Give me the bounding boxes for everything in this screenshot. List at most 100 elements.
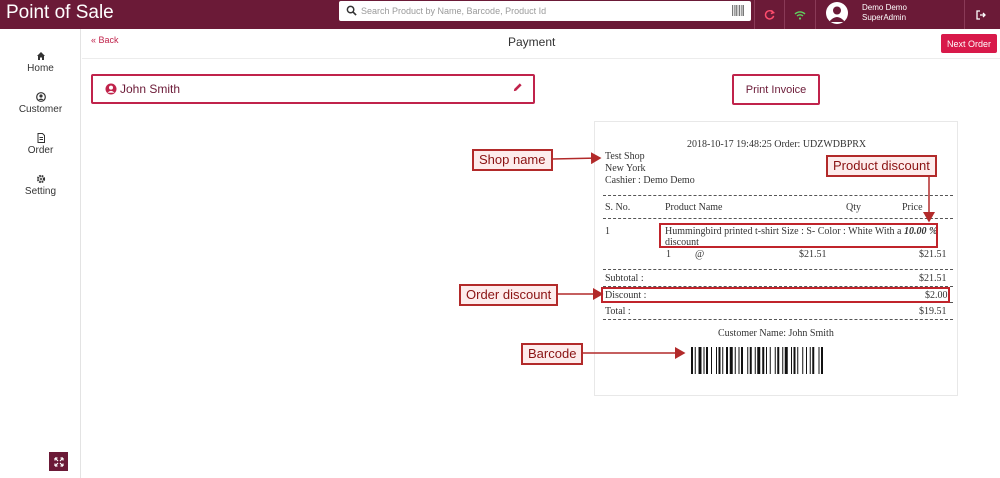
- barcode-bar: [791, 347, 792, 374]
- dashed-divider: [603, 195, 953, 196]
- double-chevron-left-icon: «: [91, 35, 97, 45]
- barcode-bar: [716, 347, 717, 374]
- customer-selector[interactable]: John Smith: [91, 74, 535, 104]
- sidebar-item-label: Order: [27, 145, 54, 156]
- barcode-bar: [747, 347, 749, 374]
- col-price: Price: [902, 202, 923, 213]
- sidebar-item-setting[interactable]: Setting: [0, 174, 81, 197]
- logout-icon: [976, 9, 986, 20]
- barcode-bar: [738, 347, 740, 374]
- pencil-icon[interactable]: [512, 82, 523, 93]
- barcode-bar: [809, 347, 811, 374]
- next-order-button[interactable]: Next Order: [941, 34, 997, 53]
- sidebar-item-customer[interactable]: Customer: [0, 92, 81, 115]
- line-unit-price: $21.51: [799, 249, 827, 260]
- receipt-shop-name: Test Shop: [605, 151, 645, 162]
- barcode-bar: [821, 347, 823, 374]
- user-role: SuperAdmin: [862, 13, 907, 22]
- barcode-bar: [691, 347, 693, 374]
- total-value: $19.51: [919, 306, 947, 317]
- barcode-bar: [793, 347, 796, 374]
- barcode-bar: [741, 347, 743, 374]
- sidebar-item-order[interactable]: Order: [0, 133, 81, 156]
- dashed-divider: [603, 319, 953, 320]
- back-link[interactable]: « Back: [91, 35, 119, 45]
- receipt-cashier: Cashier : Demo Demo: [605, 175, 695, 186]
- home-icon: [36, 52, 45, 60]
- barcode-bar: [749, 347, 752, 374]
- barcode-bar: [784, 347, 788, 374]
- barcode-bar: [698, 347, 702, 374]
- dashed-divider: [603, 269, 953, 270]
- user-silhouette-icon: [829, 6, 845, 22]
- barcode-bar: [797, 347, 799, 374]
- barcode-bar: [734, 347, 736, 374]
- barcode-bar: [812, 347, 815, 374]
- barcode-bar: [694, 347, 696, 374]
- callout-shop-name: Shop name: [472, 149, 553, 171]
- barcode-bar: [774, 347, 776, 374]
- barcode-bar: [818, 347, 820, 374]
- barcode-bar: [757, 347, 761, 374]
- customer-name: John Smith: [120, 82, 181, 96]
- back-label: Back: [98, 35, 119, 45]
- sidebar-item-home[interactable]: Home: [0, 51, 81, 74]
- total-label: Total :: [605, 306, 631, 317]
- receipt-city: New York: [605, 163, 646, 174]
- col-sno: S. No.: [605, 202, 631, 213]
- search-box[interactable]: [339, 1, 751, 21]
- top-bar: Point of Sale De: [0, 0, 1000, 29]
- dashed-divider: [603, 218, 953, 219]
- barcode-bar: [754, 347, 756, 374]
- sidebar-item-label: Home: [27, 63, 54, 74]
- subtotal-label: Subtotal :: [605, 273, 644, 284]
- network-status-button[interactable]: [785, 0, 815, 29]
- barcode-bar: [703, 347, 705, 374]
- user-name: Demo Demo: [862, 3, 907, 12]
- user-icon: [35, 92, 46, 102]
- logout-button[interactable]: [966, 0, 996, 29]
- receipt-datetime-order: 2018-10-17 19:48:25 Order: UDZWDBPRX: [687, 139, 867, 150]
- barcode: [691, 347, 823, 374]
- barcode-bar: [726, 347, 728, 374]
- barcode-bar: [777, 347, 780, 374]
- callout-order-discount: Order discount: [459, 284, 559, 306]
- col-qty: Qty: [846, 202, 861, 213]
- barcode-bar: [729, 347, 733, 374]
- callout-product-discount: Product discount: [826, 155, 937, 177]
- refresh-button[interactable]: [754, 0, 784, 29]
- order-discount-highlight: [601, 287, 950, 303]
- product-discount-highlight: [659, 223, 938, 248]
- barcode-icon[interactable]: [732, 5, 744, 16]
- line-qty: 1: [666, 249, 671, 260]
- barcode-bar: [762, 347, 765, 374]
- expand-icon: [53, 456, 64, 467]
- print-invoice-button[interactable]: Print Invoice: [732, 74, 820, 105]
- barcode-bar: [769, 347, 771, 374]
- barcode-bar: [722, 347, 724, 374]
- search-input[interactable]: [361, 2, 721, 20]
- sidebar-item-label: Setting: [24, 186, 57, 197]
- line-sno: 1: [605, 226, 610, 237]
- barcode-bar: [718, 347, 721, 374]
- app-title: Point of Sale: [6, 2, 114, 23]
- callout-barcode: Barcode: [521, 343, 584, 365]
- fullscreen-button[interactable]: [49, 452, 68, 471]
- barcode-bar: [711, 347, 712, 374]
- header-divider: [815, 0, 816, 29]
- sidebar: Home Customer Order Setting: [0, 29, 81, 478]
- header-divider: [964, 0, 965, 29]
- barcode-bar: [706, 347, 708, 374]
- page-title: Payment: [508, 35, 556, 49]
- search-icon: [346, 5, 357, 16]
- line-total: $21.51: [919, 249, 947, 260]
- barcode-bar: [806, 347, 807, 374]
- col-product: Product Name: [665, 202, 723, 213]
- wifi-icon: [794, 10, 806, 20]
- barcode-bar: [782, 347, 784, 374]
- subtotal-value: $21.51: [919, 273, 947, 284]
- document-icon: [37, 133, 45, 143]
- avatar[interactable]: [826, 2, 848, 24]
- refresh-icon: [764, 9, 775, 20]
- customer-name-line: Customer Name: John Smith: [718, 328, 834, 339]
